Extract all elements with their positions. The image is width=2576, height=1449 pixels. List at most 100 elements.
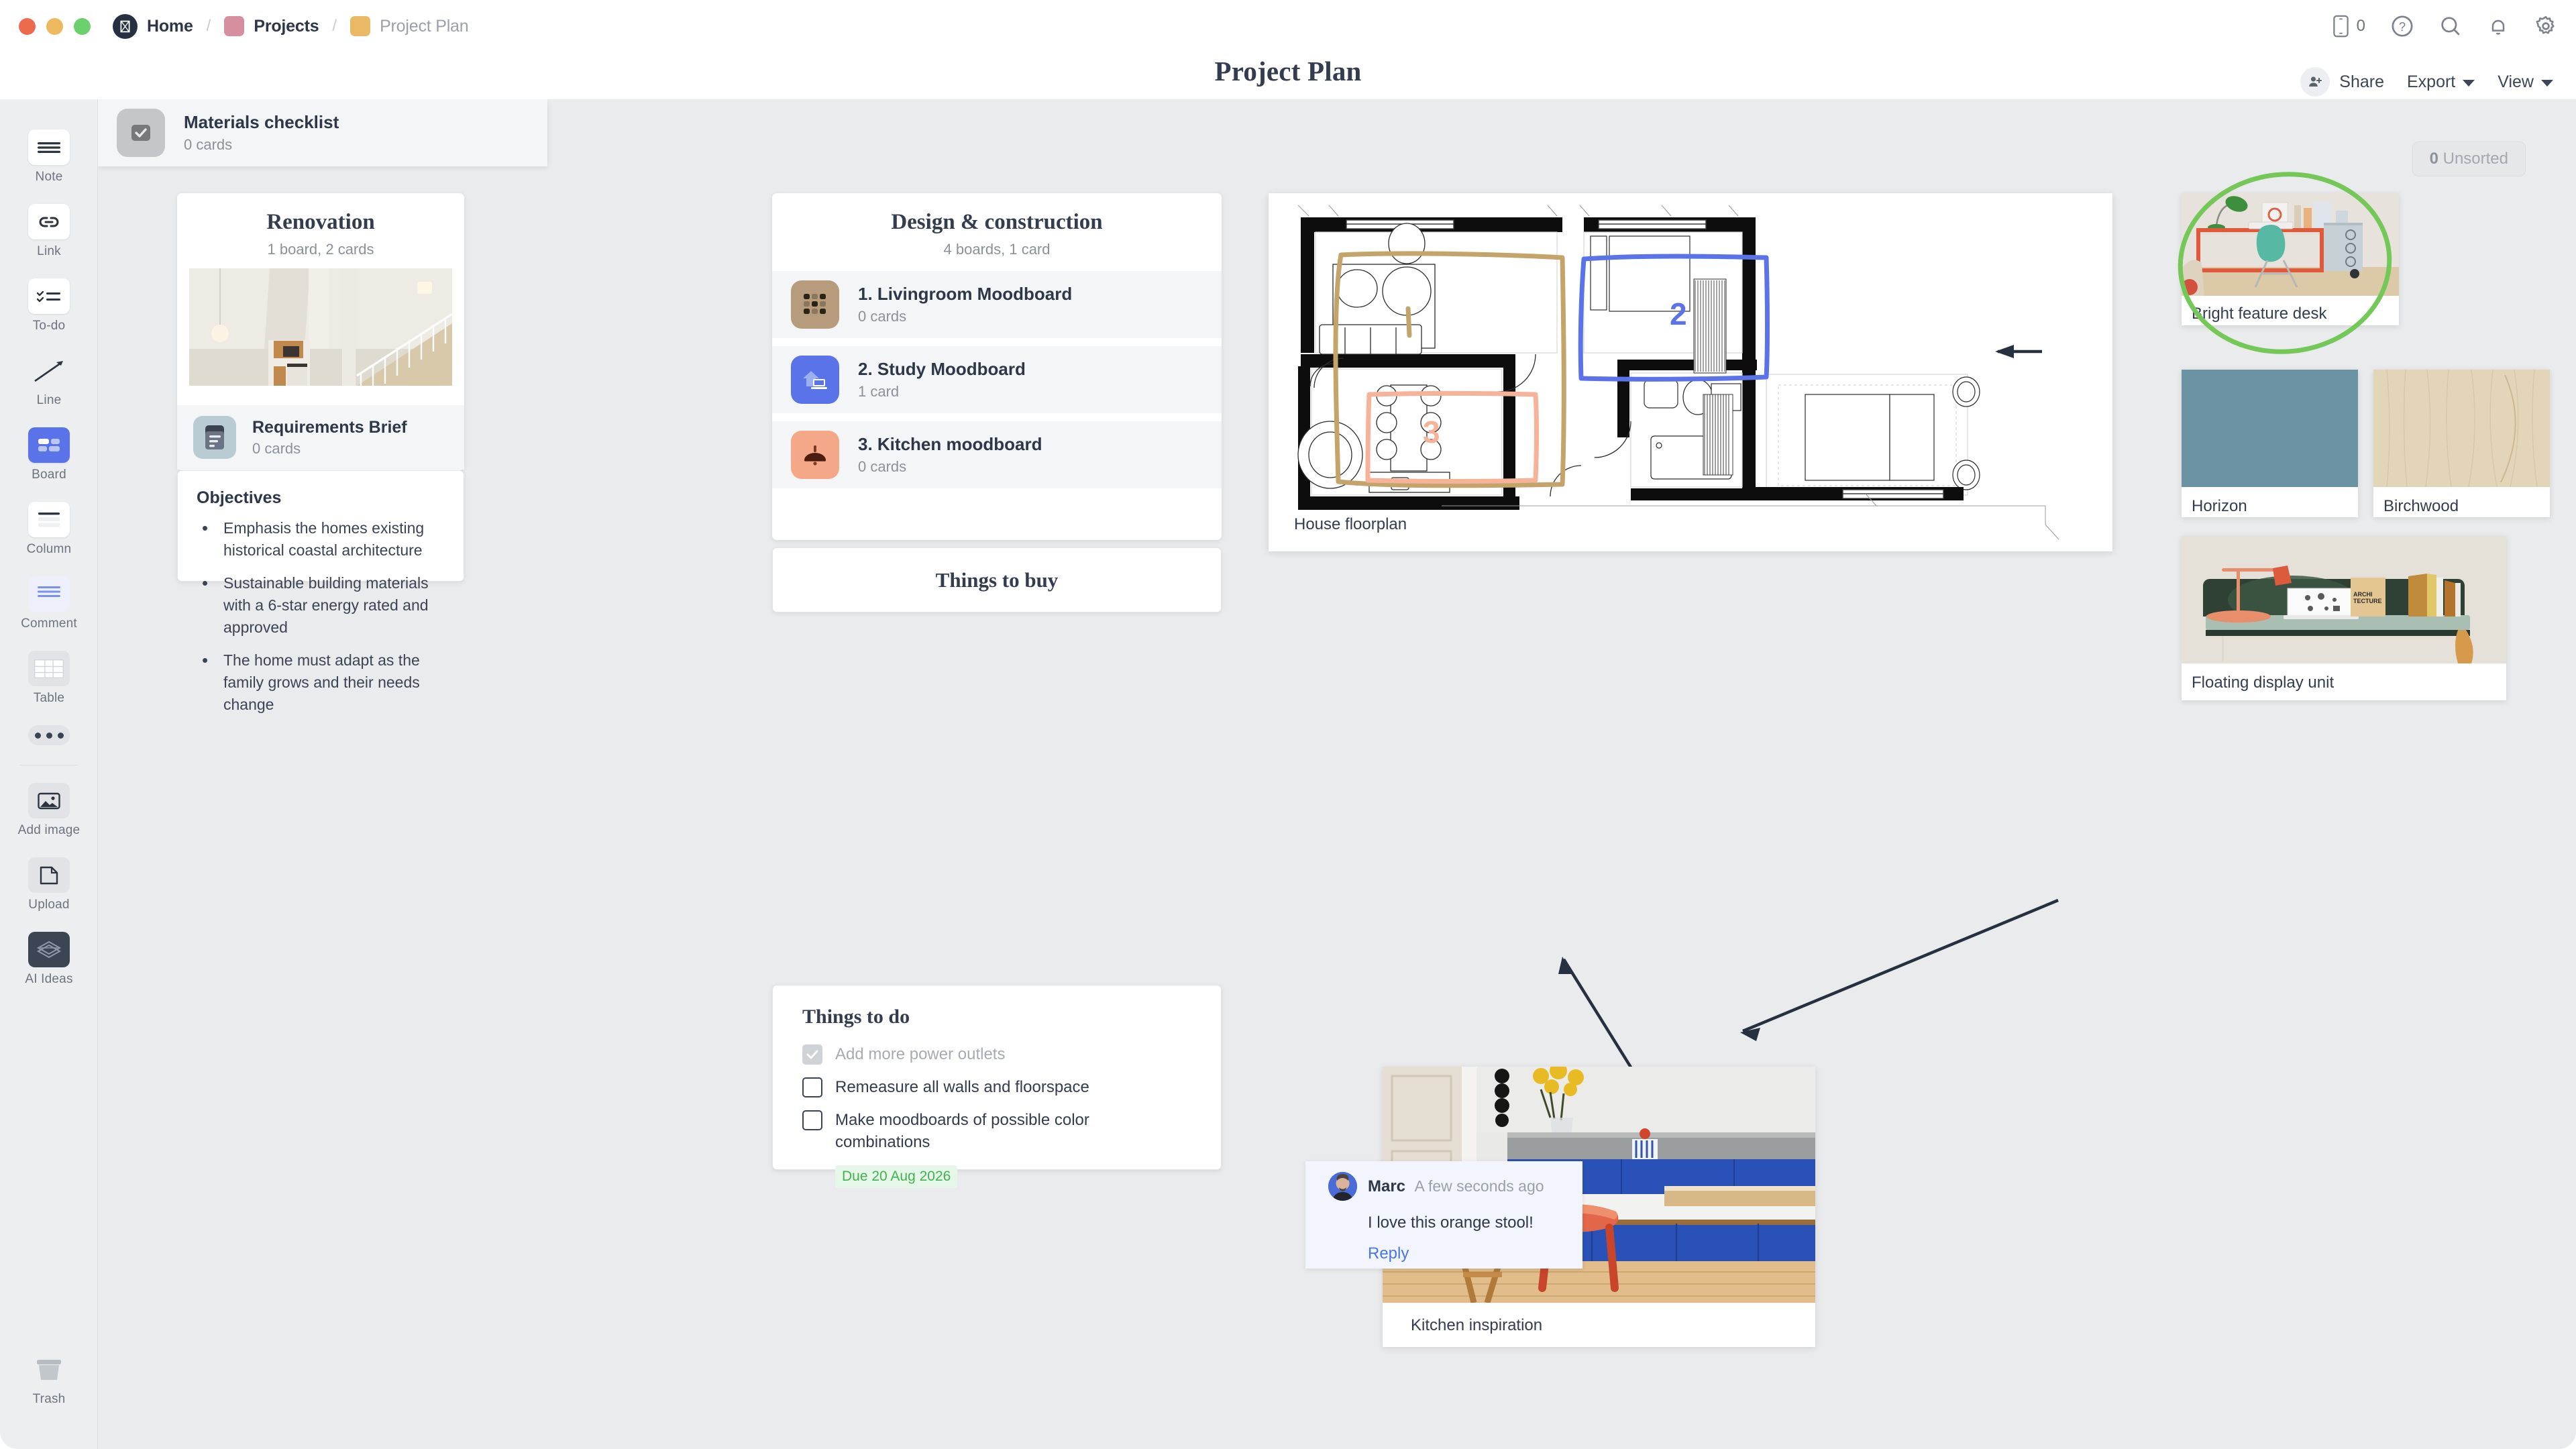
tool-link[interactable]: Link bbox=[0, 204, 98, 259]
search-button[interactable] bbox=[2439, 15, 2462, 38]
tool-label: Trash bbox=[32, 1392, 66, 1406]
breadcrumb-item-home[interactable]: Home bbox=[113, 13, 193, 39]
todo-title: Things to do bbox=[802, 1006, 910, 1028]
export-label: Export bbox=[2406, 72, 2456, 91]
unsorted-count: 0 bbox=[2429, 150, 2438, 168]
list-item: Sustainable building materials with a 6-… bbox=[197, 571, 446, 638]
breadcrumb-label-project-plan: Project Plan bbox=[380, 16, 469, 36]
help-button[interactable]: ? bbox=[2391, 15, 2414, 38]
card-livingroom-moodboard[interactable]: 1. Livingroom Moodboard 0 cards bbox=[772, 271, 1222, 338]
breadcrumb: Home / Projects / Project Plan bbox=[113, 13, 469, 39]
chevron-down-icon bbox=[2463, 79, 2475, 87]
shelf-photo: ARCHI TECTURE bbox=[2182, 536, 2506, 663]
card-requirements-brief[interactable]: Requirements Brief 0 cards bbox=[177, 405, 464, 470]
comment-bubble[interactable]: Marc A few seconds ago I love this orang… bbox=[1305, 1161, 1582, 1269]
minimize-button[interactable] bbox=[46, 17, 63, 35]
svg-text:ARCHI: ARCHI bbox=[2353, 591, 2373, 598]
top-bar: Home / Projects / Project Plan 0 ? bbox=[0, 0, 2576, 52]
tool-line[interactable]: Line bbox=[0, 353, 98, 408]
card-house-floorplan[interactable]: 2 3 House floorplan bbox=[1269, 193, 2112, 551]
tool-trash[interactable]: Trash bbox=[0, 1352, 98, 1407]
card-title: 1. Livingroom Moodboard bbox=[858, 284, 1073, 304]
settings-button[interactable] bbox=[2534, 15, 2557, 38]
breadcrumb-item-projects[interactable]: Projects bbox=[224, 16, 319, 36]
breadcrumb-item-project-plan[interactable]: Project Plan bbox=[350, 16, 469, 36]
unsorted-label: Unsorted bbox=[2443, 150, 2508, 168]
column-things-to-buy[interactable]: Things to buy bbox=[772, 547, 1222, 612]
breadcrumb-label-home: Home bbox=[147, 16, 193, 36]
comment-reply-link[interactable]: Reply bbox=[1368, 1244, 1582, 1263]
card-kitchen-moodboard[interactable]: 3. Kitchen moodboard 0 cards bbox=[772, 421, 1222, 488]
card-caption: Floating display unit bbox=[2192, 674, 2334, 692]
notifications-button[interactable] bbox=[2487, 15, 2509, 38]
page-title: Project Plan bbox=[1214, 56, 1362, 87]
share-label: Share bbox=[2339, 72, 2384, 91]
tool-note[interactable]: Note bbox=[0, 129, 98, 184]
card-horizon-swatch[interactable]: Horizon bbox=[2182, 370, 2358, 517]
tool-label: Add image bbox=[17, 823, 80, 837]
column-icon bbox=[28, 502, 70, 537]
column-design-construction[interactable]: Design & construction 4 boards, 1 card 1… bbox=[772, 193, 1222, 540]
view-dropdown[interactable]: View bbox=[2498, 72, 2553, 92]
renovation-photo[interactable] bbox=[189, 268, 452, 386]
board-canvas[interactable]: 0 Unsorted Renovation 1 board, 2 cards R… bbox=[98, 99, 2576, 1449]
window-controls[interactable] bbox=[19, 17, 91, 35]
link-icon bbox=[28, 204, 70, 239]
unsorted-badge[interactable]: 0 Unsorted bbox=[2412, 142, 2526, 176]
tool-label: Note bbox=[35, 170, 63, 184]
todo-item[interactable]: Remeasure all walls and floorspace bbox=[802, 1076, 1198, 1098]
tool-label: Comment bbox=[21, 616, 77, 631]
avatar bbox=[1328, 1172, 1357, 1201]
card-floating-display-unit[interactable]: ARCHI TECTURE Floating display unit bbox=[2182, 536, 2506, 700]
breadcrumb-separator: / bbox=[332, 17, 337, 35]
card-objectives[interactable]: Objectives Emphasis the homes existing h… bbox=[177, 470, 464, 713]
tool-ai-ideas[interactable]: AI Ideas bbox=[0, 932, 98, 987]
column-subtitle: 4 boards, 1 card bbox=[943, 241, 1051, 258]
column-title: Renovation bbox=[266, 210, 375, 234]
maximize-button[interactable] bbox=[74, 17, 91, 35]
card-birchwood-swatch[interactable]: Birchwood bbox=[2373, 369, 2550, 517]
todo-label: Add more power outlets bbox=[835, 1045, 1006, 1063]
comment-time: A few seconds ago bbox=[1414, 1177, 1544, 1195]
tool-more[interactable] bbox=[0, 725, 98, 745]
tool-column[interactable]: Column bbox=[0, 502, 98, 557]
card-study-moodboard[interactable]: 2. Study Moodboard 1 card bbox=[772, 346, 1222, 413]
share-button[interactable]: Share bbox=[2300, 67, 2384, 97]
line-icon bbox=[28, 353, 70, 388]
card-caption: Horizon bbox=[2192, 497, 2247, 515]
annotation-label-3: 3 bbox=[1423, 415, 1440, 449]
list-item: Emphasis the homes existing historical c… bbox=[197, 516, 446, 561]
chevron-down-icon bbox=[2541, 79, 2553, 87]
card-materials-checklist[interactable]: Materials checklist 0 cards bbox=[98, 99, 547, 166]
close-button[interactable] bbox=[19, 17, 36, 35]
tool-board[interactable]: Board bbox=[0, 427, 98, 482]
checkbox-icon[interactable] bbox=[802, 1077, 822, 1098]
card-bright-feature-desk[interactable]: Bright feature desk bbox=[2178, 172, 2399, 354]
comment-icon bbox=[28, 576, 70, 612]
tool-add-image[interactable]: Add image bbox=[0, 783, 98, 838]
svg-text:TECTURE: TECTURE bbox=[2353, 598, 2382, 604]
tool-todo[interactable]: To-do bbox=[0, 278, 98, 333]
card-things-to-do[interactable]: Things to do Add more power outlets Reme… bbox=[772, 985, 1222, 1189]
checkbox-icon[interactable] bbox=[802, 1110, 822, 1131]
left-toolbar: Note Link To-do Line Board Column Commen… bbox=[0, 99, 98, 1449]
tool-upload[interactable]: Upload bbox=[0, 857, 98, 912]
due-date-badge: Due 20 Aug 2026 bbox=[835, 1165, 958, 1189]
tool-table[interactable]: Table bbox=[0, 651, 98, 706]
todo-item[interactable]: Make moodboards of possible color combin… bbox=[802, 1109, 1198, 1153]
tool-label: To-do bbox=[32, 319, 66, 333]
column-renovation[interactable]: Renovation 1 board, 2 cards Requirements… bbox=[177, 193, 464, 470]
export-dropdown[interactable]: Export bbox=[2407, 72, 2475, 92]
list-item: The home must adapt as the family grows … bbox=[197, 648, 446, 715]
checkbox-checked-icon[interactable] bbox=[802, 1044, 822, 1065]
mobile-preview-button[interactable]: 0 bbox=[2332, 15, 2365, 38]
top-bar-actions: 0 ? bbox=[2332, 0, 2557, 52]
todo-item[interactable]: Add more power outlets bbox=[802, 1043, 1198, 1065]
notifications-icon bbox=[2491, 19, 2505, 35]
card-caption: Birchwood bbox=[2383, 497, 2459, 515]
title-row: Project Plan Share Export View bbox=[0, 52, 2576, 99]
card-title: 3. Kitchen moodboard bbox=[858, 434, 1042, 454]
tool-comment[interactable]: Comment bbox=[0, 576, 98, 631]
checkbox-icon bbox=[117, 109, 165, 157]
svg-text:?: ? bbox=[2399, 19, 2406, 34]
